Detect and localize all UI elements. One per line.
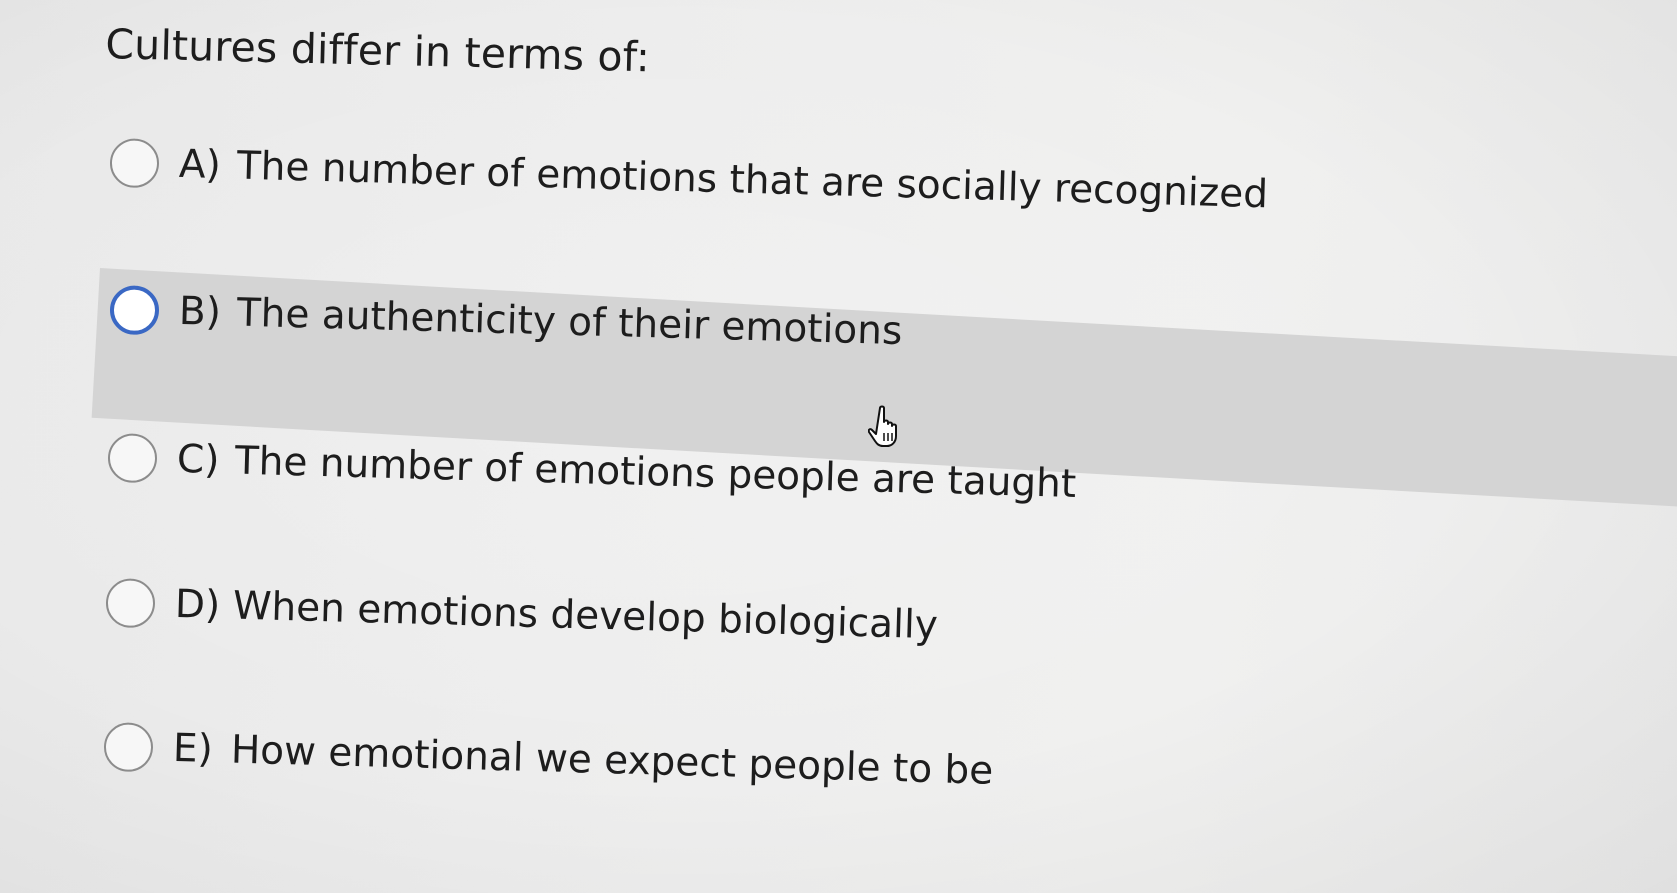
option-d-label: When emotions develop biologically bbox=[232, 583, 939, 649]
radio-a[interactable] bbox=[109, 138, 160, 189]
option-e[interactable]: E) How emotional we expect people to be bbox=[103, 722, 994, 796]
option-c-letter: C) bbox=[176, 436, 221, 484]
option-a-label: The number of emotions that are socially… bbox=[236, 143, 1269, 218]
option-d-letter: D) bbox=[174, 581, 221, 629]
option-b-letter: B) bbox=[178, 288, 222, 336]
option-d[interactable]: D) When emotions develop biologically bbox=[105, 578, 938, 650]
option-e-letter: E) bbox=[172, 725, 214, 773]
option-e-label: How emotional we expect people to be bbox=[230, 727, 994, 794]
question-text: Cultures differ in terms of: bbox=[104, 20, 651, 82]
option-a-letter: A) bbox=[178, 141, 222, 189]
radio-b[interactable] bbox=[109, 285, 160, 336]
radio-c[interactable] bbox=[107, 433, 158, 484]
option-a[interactable]: A) The number of emotions that are socia… bbox=[109, 138, 1269, 219]
hand-pointer-icon bbox=[868, 405, 897, 447]
radio-d[interactable] bbox=[105, 578, 156, 629]
radio-e[interactable] bbox=[103, 722, 154, 773]
